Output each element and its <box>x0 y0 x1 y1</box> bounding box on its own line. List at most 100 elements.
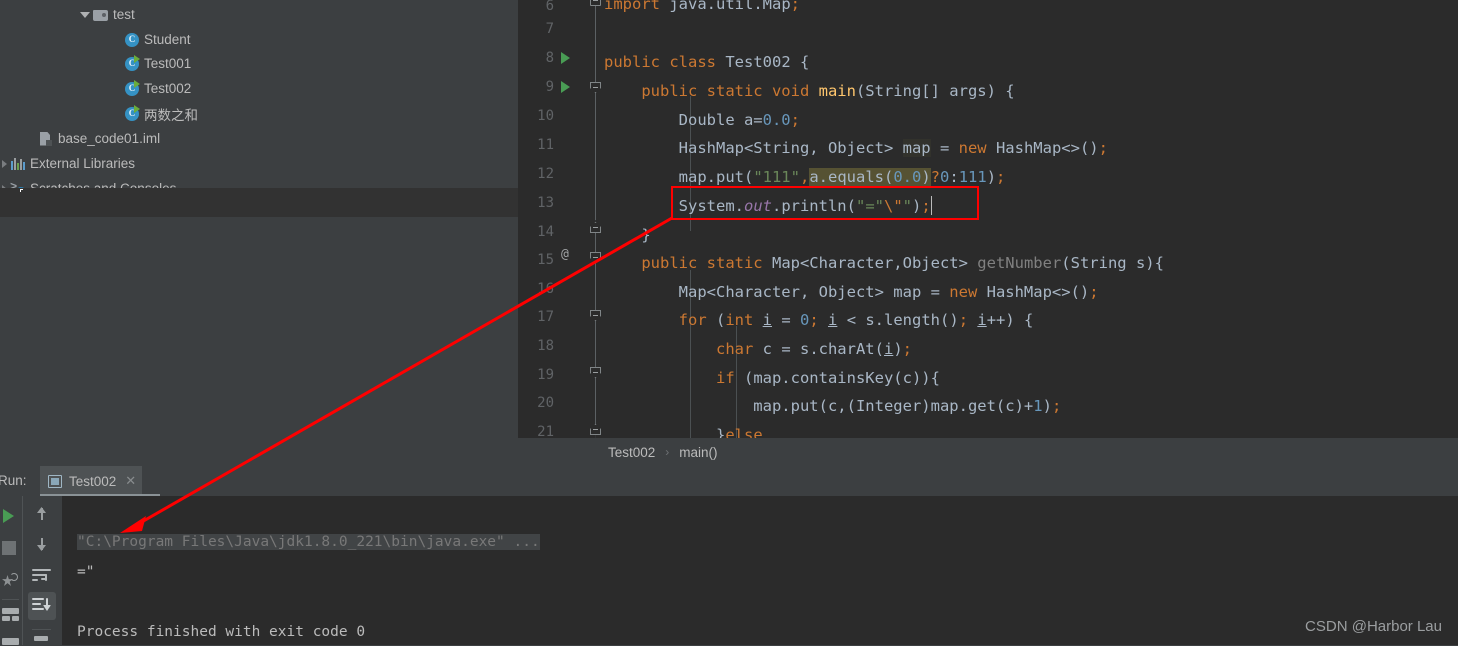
breadcrumb-separator: › <box>665 445 670 459</box>
libraries-icon <box>10 156 26 172</box>
code-line-21[interactable]: }else <box>604 421 763 438</box>
sidebar-item-test001[interactable]: Test001 <box>124 51 191 76</box>
run-tab-label: Test002 <box>69 473 117 489</box>
run-tool-window[interactable]: Run: Test002 ✕ "C:\Program Files\Java\jd… <box>0 466 1458 645</box>
editor-breadcrumb[interactable]: Test002 › main() <box>518 438 1458 466</box>
fold-handle-for-open[interactable] <box>590 310 601 321</box>
sidebar-item-test002[interactable]: Test002 <box>124 76 191 101</box>
sidebar-item-test[interactable]: test <box>80 2 135 27</box>
arrow-up-icon[interactable] <box>36 506 47 520</box>
line-number: 15 <box>537 252 554 268</box>
code-line-14[interactable]: } <box>604 221 650 250</box>
code-line-15[interactable]: public static Map<Character,Object> getN… <box>604 249 1164 278</box>
console-tab-icon <box>48 474 62 488</box>
console-actions-toolbar[interactable] <box>22 496 62 645</box>
sidebar-item-label: Test002 <box>144 81 192 96</box>
java-class-icon <box>124 32 140 48</box>
runnable-marker-icon <box>134 54 140 63</box>
iml-file-icon <box>38 131 54 147</box>
java-class-icon <box>124 54 140 72</box>
toolbar-divider <box>32 629 51 630</box>
folder-icon <box>93 7 109 23</box>
fold-line-class <box>595 0 596 220</box>
line-number: 16 <box>537 281 554 297</box>
run-actions-toolbar[interactable] <box>0 496 22 645</box>
run-console-output[interactable]: "C:\Program Files\Java\jdk1.8.0_221\bin\… <box>62 496 1458 645</box>
toolbar-divider <box>2 599 19 600</box>
soft-wrap-icon[interactable] <box>32 569 51 583</box>
runnable-marker-icon <box>134 104 140 113</box>
close-icon[interactable]: ✕ <box>125 474 136 487</box>
scroll-to-end-icon <box>32 598 51 614</box>
fold-handle-if-close[interactable] <box>590 424 601 435</box>
line-number: 9 <box>545 79 554 95</box>
code-line-6[interactable]: import java.util.Map; <box>604 0 800 19</box>
code-line-8[interactable]: public class Test002 { <box>604 48 809 77</box>
fold-handle-import[interactable] <box>590 0 601 6</box>
line-number: 13 <box>537 195 554 211</box>
code-editor[interactable]: 6 7 8 9 10 11 12 13 14 15 16 17 18 19 20… <box>518 0 1458 438</box>
sidebar-item-two-sum[interactable]: 两数之和 <box>124 101 198 126</box>
fold-handle-main-close[interactable] <box>590 222 601 233</box>
run-method-icon[interactable] <box>561 81 570 93</box>
line-number: 21 <box>537 424 554 438</box>
run-class-icon[interactable] <box>561 52 570 64</box>
line-number: 17 <box>537 309 554 325</box>
line-number: 7 <box>545 21 554 37</box>
code-line-19[interactable]: if (map.containsKey(c)){ <box>604 364 940 393</box>
java-class-icon <box>124 104 140 122</box>
stop-icon[interactable] <box>2 541 16 555</box>
scroll-to-end-button[interactable] <box>28 592 56 620</box>
chevron-down-icon[interactable] <box>80 11 90 18</box>
run-window-title: Run: <box>0 473 27 488</box>
code-line-20[interactable]: map.put(c,(Integer)map.get(c)+1); <box>604 392 1061 421</box>
sidebar-item-student[interactable]: Student <box>124 27 191 52</box>
more-icon[interactable] <box>32 636 51 644</box>
line-number: 10 <box>537 108 554 124</box>
line-number: 18 <box>537 338 554 354</box>
toolbar-divider <box>22 496 23 645</box>
code-line-11[interactable]: HashMap<String, Object> map = new HashMa… <box>604 134 1108 163</box>
code-line-9[interactable]: public static void main(String[] args) { <box>604 77 1014 106</box>
sidebar-item-label: base_code01.iml <box>58 131 161 146</box>
arrow-down-icon[interactable] <box>36 538 47 552</box>
console-line-output: Process finished with exit code 0 <box>77 624 366 640</box>
breadcrumb-method[interactable]: main() <box>677 445 719 460</box>
sidebar-item-label: test <box>113 7 135 22</box>
code-line-18[interactable]: char c = s.charAt(i); <box>604 335 912 364</box>
sidebar-item-label: 两数之和 <box>144 107 198 123</box>
csdn-watermark: CSDN @Harbor Lau <box>1305 618 1442 635</box>
annotation-red-box <box>671 186 979 220</box>
code-line-10[interactable]: Double a=0.0; <box>604 106 800 135</box>
console-line-command: "C:\Program Files\Java\jdk1.8.0_221\bin\… <box>77 532 540 552</box>
project-tool-window[interactable]: test Student Test001 Test002 两数之和 base_c… <box>0 0 518 466</box>
run-tab-test002[interactable]: Test002 ✕ <box>40 466 143 496</box>
java-class-icon <box>124 79 140 97</box>
sidebar-item-label: Student <box>144 32 191 47</box>
line-number: 11 <box>537 137 554 153</box>
chevron-right-icon[interactable] <box>2 159 7 168</box>
runnable-marker-icon <box>134 79 140 88</box>
rerun-failed-icon[interactable] <box>2 573 18 589</box>
fold-handle-getnumber-open[interactable] <box>590 252 601 263</box>
sidebar-item-base-code01-iml[interactable]: base_code01.iml <box>38 126 160 151</box>
layout-icon[interactable] <box>2 608 19 622</box>
play-icon[interactable] <box>3 509 14 523</box>
breadcrumb-class[interactable]: Test002 <box>606 445 657 460</box>
sidebar-item-label: Test001 <box>144 56 192 71</box>
line-number: 19 <box>537 367 554 383</box>
line-number: 14 <box>537 224 554 240</box>
sidebar-item-external-libraries[interactable]: External Libraries <box>2 151 135 176</box>
code-line-16[interactable]: Map<Character, Object> map = new HashMap… <box>604 278 1099 307</box>
annotation-marker: @ <box>561 247 569 262</box>
run-tab-bar: Run: Test002 ✕ <box>0 466 1458 496</box>
code-line-17[interactable]: for (int i = 0; i < s.length(); i++) { <box>604 306 1034 335</box>
line-number: 12 <box>537 166 554 182</box>
fold-handle-if-open[interactable] <box>590 367 601 378</box>
console-line-output: =" <box>77 564 95 580</box>
line-number: 20 <box>537 395 554 411</box>
sidebar-item-label: External Libraries <box>30 156 136 171</box>
line-number: 8 <box>545 50 554 66</box>
console-command-text: "C:\Program Files\Java\jdk1.8.0_221\bin\… <box>77 534 540 550</box>
fold-handle-main-open[interactable] <box>590 82 601 93</box>
